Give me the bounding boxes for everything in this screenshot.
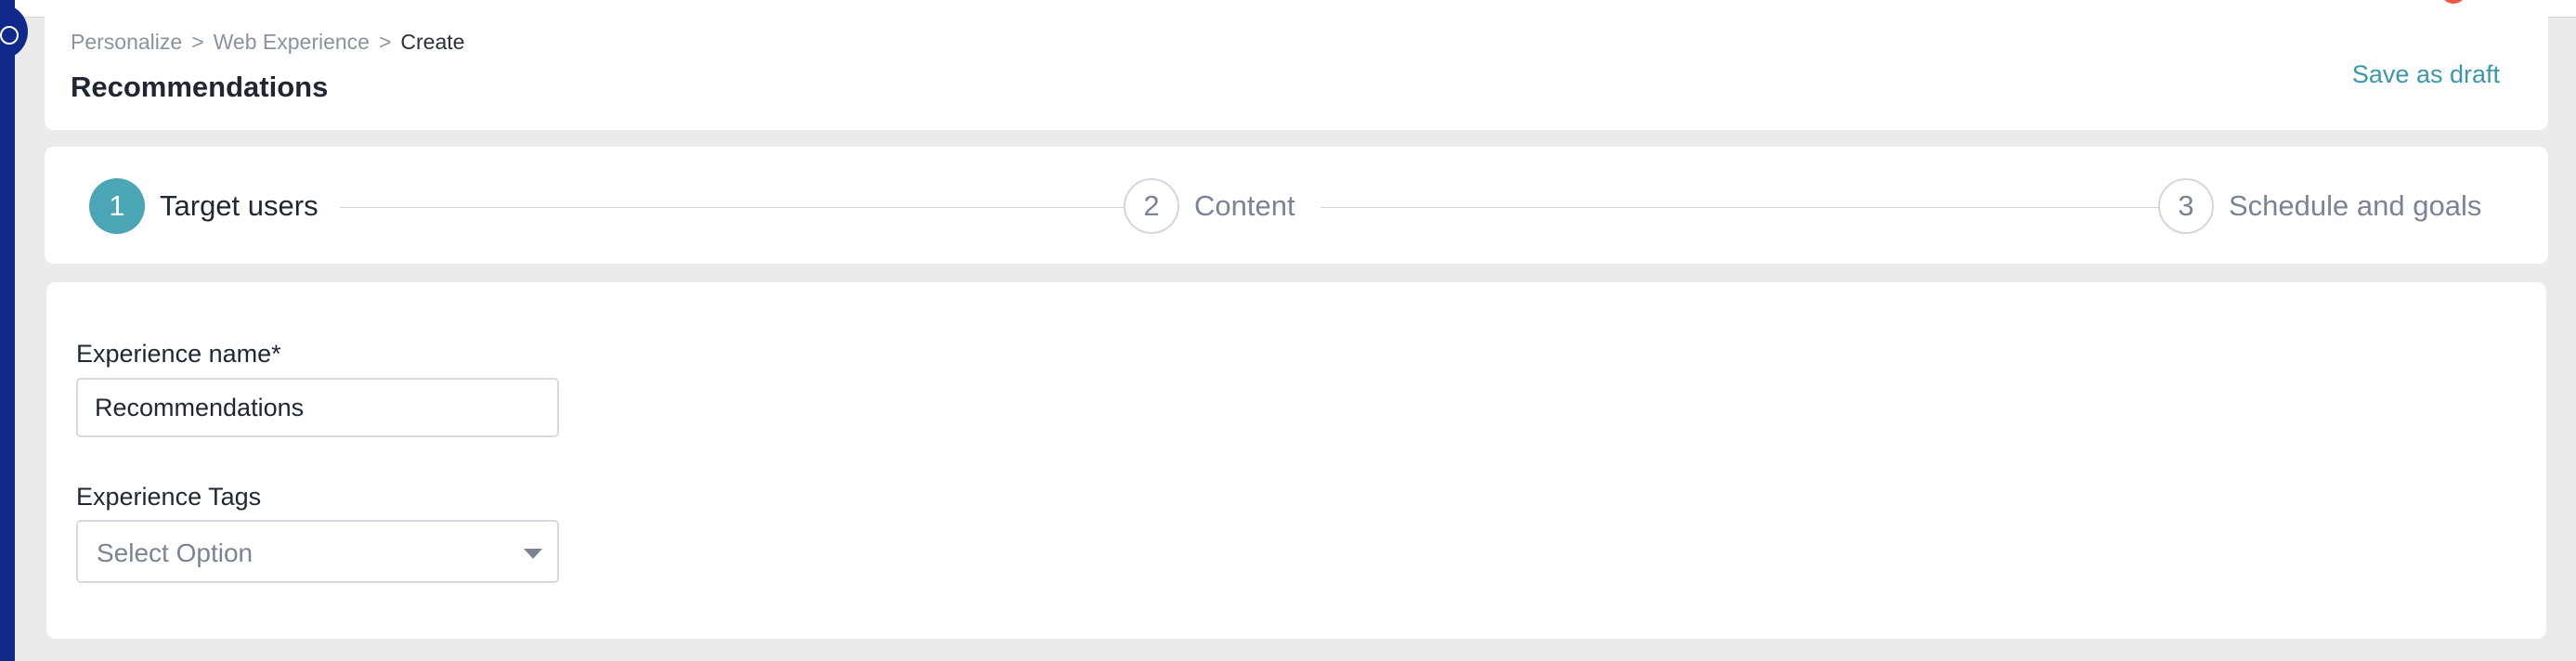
breadcrumb-item-web-experience[interactable]: Web Experience xyxy=(214,30,370,55)
caret-down-icon xyxy=(524,549,542,559)
breadcrumb-item-create: Create xyxy=(400,30,465,54)
stepper: 1 Target users 2 Content 3 Schedule and … xyxy=(45,147,2548,264)
select-placeholder: Select Option xyxy=(97,538,254,567)
step-number-badge: 2 xyxy=(1124,178,1179,234)
step-connector xyxy=(1321,207,2188,208)
step-schedule-and-goals[interactable]: 3 Schedule and goals xyxy=(2158,178,2481,234)
left-navigation-rail xyxy=(0,0,15,661)
step-content[interactable]: 2 Content xyxy=(1124,178,1295,234)
save-as-draft-button[interactable]: Save as draft xyxy=(2352,60,2500,89)
experience-tags-label: Experience Tags xyxy=(76,483,262,511)
notification-badge-icon[interactable] xyxy=(2440,0,2466,4)
step-connector xyxy=(340,207,1153,208)
page-header: Personalize > Web Experience > Create Re… xyxy=(45,9,2548,130)
experience-tags-select[interactable]: Select Option xyxy=(76,520,559,583)
breadcrumb-separator: > xyxy=(378,30,392,54)
step-number-badge: 1 xyxy=(89,178,145,234)
step-label: Schedule and goals xyxy=(2229,189,2482,222)
experience-name-label: Experience name* xyxy=(76,340,281,368)
chevron-circle-icon xyxy=(0,26,19,45)
breadcrumb-item-personalize[interactable]: Personalize xyxy=(71,30,182,55)
step-label: Target users xyxy=(160,189,319,222)
experience-form: Experience name* Experience Tags Select … xyxy=(46,282,2546,639)
step-label: Content xyxy=(1194,189,1295,222)
breadcrumb-separator: > xyxy=(191,30,204,54)
page-title: Recommendations xyxy=(71,71,329,103)
breadcrumb: Personalize > Web Experience > Create xyxy=(71,30,464,55)
step-target-users[interactable]: 1 Target users xyxy=(89,178,319,234)
experience-name-input[interactable] xyxy=(76,378,559,437)
step-number-badge: 3 xyxy=(2158,178,2214,234)
